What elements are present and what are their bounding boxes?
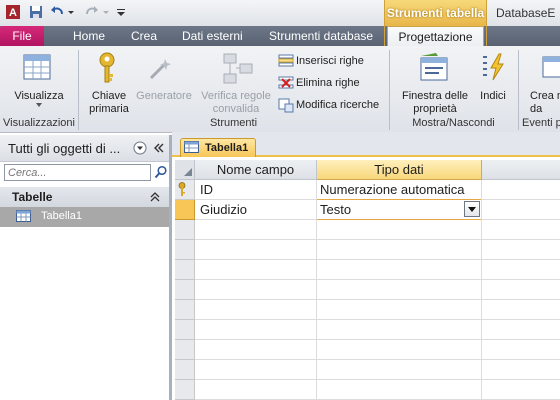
row-selector[interactable] xyxy=(175,240,195,260)
validation-rules-icon xyxy=(223,53,253,84)
empty-row[interactable] xyxy=(175,240,560,260)
primary-key-row-icon xyxy=(178,182,186,196)
builder-icon xyxy=(149,59,171,80)
group-label-mostra-nascondi: Mostra/Nascondi xyxy=(412,117,495,129)
context-tab-header: Strumenti tabella xyxy=(385,0,486,26)
select-all-icon[interactable] xyxy=(183,167,193,177)
group-label-strumenti: Strumenti xyxy=(209,117,258,129)
validation-rules-button-label: Verifica regole convalida xyxy=(201,90,271,115)
empty-row[interactable] xyxy=(175,320,560,340)
tab-strumenti-database[interactable]: Strumenti database xyxy=(269,26,373,46)
field-name-cell[interactable]: ID xyxy=(200,182,213,197)
modify-lookups-icon[interactable] xyxy=(278,97,294,113)
nav-menu-dropdown-icon[interactable] xyxy=(133,141,147,155)
property-sheet-icon[interactable] xyxy=(418,52,450,84)
insert-rows-button[interactable]: Inserisci righe xyxy=(296,55,364,68)
svg-text:A: A xyxy=(9,7,17,19)
undo-icon[interactable] xyxy=(49,4,65,20)
tab-file[interactable]: File xyxy=(0,26,44,46)
field-name-cell[interactable]: Giudizio xyxy=(200,202,247,217)
redo-dropdown-icon xyxy=(103,11,109,14)
empty-row[interactable] xyxy=(175,300,560,320)
window-title: DatabaseE xyxy=(496,6,556,20)
tab-progettazione[interactable]: Progettazione xyxy=(387,26,484,46)
empty-row[interactable] xyxy=(175,380,560,400)
tab-crea[interactable]: Crea xyxy=(131,26,157,46)
table-design-icon xyxy=(184,141,199,153)
row-selector[interactable] xyxy=(175,280,195,300)
save-icon[interactable] xyxy=(28,4,44,20)
access-app-icon[interactable]: A xyxy=(5,4,21,20)
context-divider xyxy=(384,0,385,46)
column-header-tipo-dati[interactable]: Tipo dati xyxy=(317,160,482,180)
tab-home[interactable]: Home xyxy=(73,26,105,46)
navigation-pane-title[interactable]: Tutti gli oggetti di ... xyxy=(8,141,120,156)
create-data-macros-button-label[interactable]: Crea m di da xyxy=(526,90,560,116)
customize-qat-icon[interactable] xyxy=(116,4,126,20)
context-divider xyxy=(486,0,487,46)
row-selector[interactable] xyxy=(175,300,195,320)
collapse-group-icon[interactable] xyxy=(150,192,160,202)
view-button-label[interactable]: Visualizza xyxy=(8,90,70,103)
tab-dati-esterni[interactable]: Dati esterni xyxy=(182,26,243,46)
row-selector[interactable] xyxy=(175,320,195,340)
search-icon[interactable] xyxy=(154,165,168,179)
table-icon xyxy=(16,210,31,222)
column-header-empty xyxy=(482,160,560,180)
delete-rows-button[interactable]: Elimina righe xyxy=(296,77,360,90)
insert-rows-icon[interactable] xyxy=(278,53,294,69)
document-tab-label[interactable]: Tabella1 xyxy=(205,142,248,154)
column-divider xyxy=(316,180,317,400)
property-sheet-button-label[interactable]: Finestra delle proprietà xyxy=(396,90,474,116)
nav-item-label[interactable]: Tabella1 xyxy=(41,210,82,222)
column-divider xyxy=(481,180,482,400)
column-header-nome-campo[interactable]: Nome campo xyxy=(195,160,317,180)
undo-dropdown-icon[interactable] xyxy=(67,4,75,20)
view-icon[interactable] xyxy=(22,52,52,82)
empty-row[interactable] xyxy=(175,340,560,360)
row-selector-current[interactable] xyxy=(175,200,195,220)
empty-row[interactable] xyxy=(175,220,560,240)
empty-row[interactable] xyxy=(175,260,560,280)
indexes-button-label[interactable]: Indici xyxy=(476,90,510,103)
collapse-pane-icon[interactable] xyxy=(153,142,165,154)
chevron-down-icon[interactable] xyxy=(468,207,476,212)
view-dropdown-icon[interactable] xyxy=(36,103,42,108)
data-type-combobox-value[interactable]: Testo xyxy=(320,202,351,217)
row-selector[interactable] xyxy=(175,260,195,280)
row-selector[interactable] xyxy=(175,360,195,380)
data-type-cell[interactable]: Numerazione automatica xyxy=(320,182,465,197)
nav-group-label[interactable]: Tabelle xyxy=(12,190,52,204)
create-data-macros-icon[interactable] xyxy=(541,54,560,82)
row-selector[interactable] xyxy=(175,340,195,360)
group-label-eventi: Eventi p xyxy=(522,117,560,129)
redo-icon xyxy=(86,6,98,15)
delete-rows-icon[interactable] xyxy=(278,75,294,91)
navigation-search-input[interactable] xyxy=(4,164,151,181)
row-selector[interactable] xyxy=(175,220,195,240)
primary-key-icon[interactable] xyxy=(97,52,117,84)
group-label-visualizzazioni: Visualizzazioni xyxy=(3,117,75,129)
builder-button-label: Generatore xyxy=(136,90,192,102)
primary-key-button-label[interactable]: Chiave primaria xyxy=(84,90,134,116)
empty-row[interactable] xyxy=(175,360,560,380)
empty-row[interactable] xyxy=(175,280,560,300)
indexes-icon[interactable] xyxy=(481,52,507,82)
row-selector[interactable] xyxy=(175,380,195,400)
modify-lookups-button[interactable]: Modifica ricerche xyxy=(296,99,379,112)
